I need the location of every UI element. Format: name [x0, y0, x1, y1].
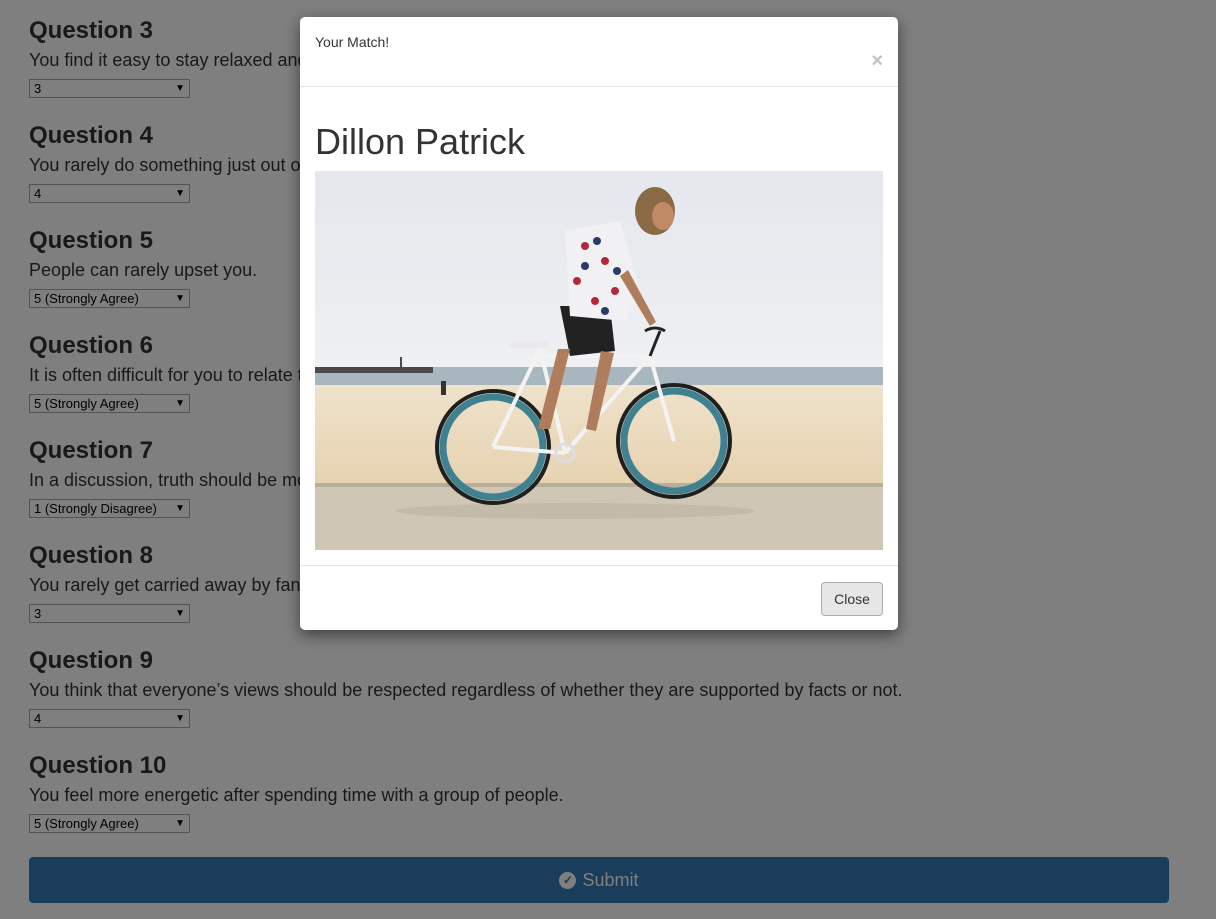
match-modal: Your Match! × Dillon Patrick Close — [300, 17, 898, 630]
close-icon[interactable]: × — [871, 51, 883, 71]
match-name: Dillon Patrick — [315, 121, 526, 162]
modal-title: Your Match! — [315, 34, 390, 50]
modal-header: Your Match! × — [300, 17, 898, 87]
close-button[interactable]: Close — [821, 582, 883, 616]
match-photo — [315, 171, 883, 550]
modal-footer: Close — [300, 565, 898, 631]
